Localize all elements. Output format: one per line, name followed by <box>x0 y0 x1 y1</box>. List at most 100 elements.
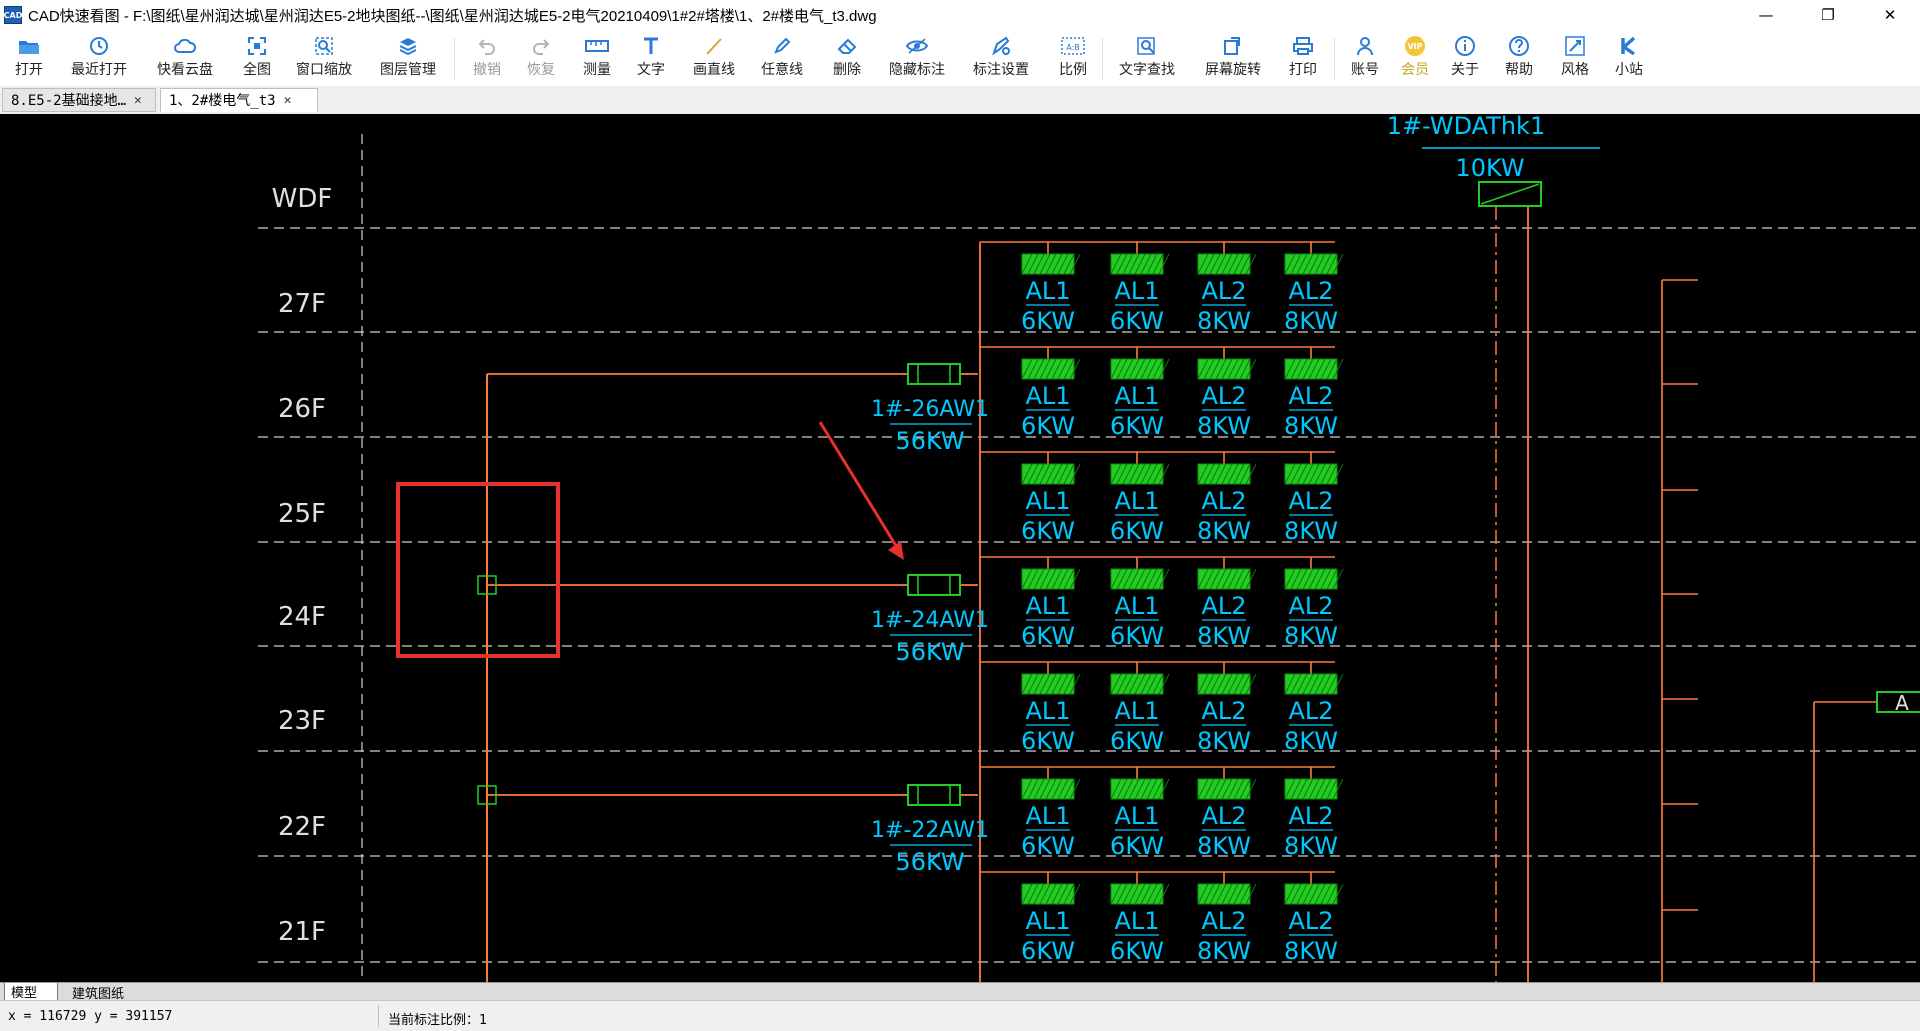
distribution-panel-inner <box>917 363 951 385</box>
printer-icon <box>1292 34 1314 58</box>
floor-label: 25F <box>278 499 326 529</box>
load-name-label: AL1 <box>1114 382 1159 410</box>
load-name-label: AL1 <box>1025 277 1070 305</box>
svg-text:A:B: A:B <box>1066 43 1080 52</box>
rotate-screen-button[interactable]: 屏幕旋转 <box>1198 34 1268 82</box>
annotation-scale: 当前标注比例：1 <box>388 1013 487 1028</box>
tab-architectural[interactable]: 建筑图纸 <box>66 983 148 1001</box>
load-power-label: 8KW <box>1284 517 1338 545</box>
tab-model[interactable]: 模型 <box>4 983 58 1001</box>
rotate-icon <box>1222 34 1244 58</box>
account-button[interactable]: 账号 <box>1342 34 1388 82</box>
load-name-label: AL2 <box>1288 697 1333 725</box>
redo-button[interactable]: 恢复 <box>518 34 564 82</box>
recent-button[interactable]: 最近打开 <box>64 34 134 82</box>
hide-mark-button[interactable]: 隐藏标注 <box>884 34 950 82</box>
panel-name-label: 1#-26AW1 <box>871 397 989 422</box>
panel-power-label: 56KW <box>895 427 964 455</box>
floor-label: 24F <box>278 602 326 632</box>
load-name-label: AL2 <box>1201 907 1246 935</box>
vip-button[interactable]: VIP 会员 <box>1392 34 1438 82</box>
tab-building-electrical[interactable]: 1、2#楼电气_t3 ✕ <box>160 88 318 112</box>
print-button[interactable]: 打印 <box>1280 34 1326 82</box>
about-button[interactable]: 关于 <box>1442 34 1488 82</box>
line-button[interactable]: 画直线 <box>688 34 740 82</box>
panel-name-label: 1#-22AW1 <box>871 818 989 843</box>
cloud-button[interactable]: 快看云盘 <box>150 34 220 82</box>
load-name-label: AL1 <box>1025 907 1070 935</box>
top-panel-name-label: 1#-WDAThk1 <box>1387 114 1545 140</box>
fullview-button[interactable]: 全图 <box>234 34 280 82</box>
mark-settings-button[interactable]: 标注设置 <box>968 34 1034 82</box>
help-button[interactable]: 帮助 <box>1496 34 1542 82</box>
toolbar-divider <box>1334 38 1335 80</box>
load-power-label: 8KW <box>1284 622 1338 650</box>
status-bar: x = 116729 y = 391157 当前标注比例：1 <box>0 1000 1920 1031</box>
tab-foundation-grounding[interactable]: 8.E5-2基础接地… ✕ <box>2 88 156 112</box>
text-icon <box>641 34 661 58</box>
load-name-label: AL1 <box>1025 802 1070 830</box>
scale-button[interactable]: A:B 比例 <box>1050 34 1096 82</box>
load-power-label: 6KW <box>1110 622 1164 650</box>
toolbar-divider <box>1102 38 1103 80</box>
cloud-icon <box>173 34 197 58</box>
load-name-label: AL1 <box>1025 487 1070 515</box>
style-button[interactable]: 风格 <box>1552 34 1598 82</box>
toolbar-divider <box>454 38 455 80</box>
load-name-label: AL1 <box>1025 697 1070 725</box>
measure-button[interactable]: 测量 <box>574 34 620 82</box>
redo-icon <box>531 34 551 58</box>
help-icon <box>1508 34 1530 58</box>
eye-icon <box>905 34 929 58</box>
load-name-label: AL1 <box>1025 382 1070 410</box>
load-power-label: 8KW <box>1284 937 1338 965</box>
load-name-label: AL2 <box>1288 382 1333 410</box>
fullview-icon <box>247 34 267 58</box>
load-power-label: 8KW <box>1197 937 1251 965</box>
clock-icon <box>89 34 109 58</box>
open-button[interactable]: 打开 <box>6 34 52 82</box>
mark-settings-icon <box>990 34 1012 58</box>
load-power-label: 6KW <box>1021 622 1075 650</box>
find-text-button[interactable]: 文字查找 <box>1112 34 1182 82</box>
drawing-canvas[interactable]: WDF 27F 26F 25F 24F 23F 22F 21F 1#-26AW1 56KW 1#-2… <box>0 114 1920 982</box>
load-name-label: AL1 <box>1114 592 1159 620</box>
load-name-label: AL1 <box>1114 907 1159 935</box>
top-panel-power-label: 10KW <box>1455 154 1524 182</box>
style-icon <box>1564 34 1586 58</box>
floor-label: 22F <box>278 812 326 842</box>
load-power-label: 6KW <box>1021 937 1075 965</box>
folder-icon <box>18 34 40 58</box>
load-name-label: AL1 <box>1025 592 1070 620</box>
minimize-button[interactable]: — <box>1738 0 1794 30</box>
floor-label: 27F <box>278 289 326 319</box>
cad-drawing[interactable]: WDF 27F 26F 25F 24F 23F 22F 21F 1#-26AW1 56KW 1#-2… <box>0 114 1920 982</box>
site-button[interactable]: 小站 <box>1606 34 1652 82</box>
main-toolbar: 打开 最近打开 快看云盘 全图 窗口缩放 图层管理 撤销 恢复 测量 文字 画直… <box>0 30 1920 87</box>
load-name-label: AL2 <box>1288 592 1333 620</box>
free-line-button[interactable]: 任意线 <box>756 34 808 82</box>
zoom-window-button[interactable]: 窗口缩放 <box>292 34 356 82</box>
layers-button[interactable]: 图层管理 <box>376 34 440 82</box>
cursor-coordinates: x = 116729 y = 391157 <box>8 1009 173 1024</box>
status-divider <box>378 1005 379 1027</box>
load-power-label: 6KW <box>1021 517 1075 545</box>
close-tab-icon[interactable]: ✕ <box>134 93 148 108</box>
zoom-window-icon <box>314 34 334 58</box>
close-tab-icon[interactable]: ✕ <box>284 93 298 108</box>
delete-button[interactable]: 删除 <box>824 34 870 82</box>
maximize-button[interactable]: ❐ <box>1800 0 1856 30</box>
panel-power-label: 56KW <box>895 848 964 876</box>
load-power-label: 8KW <box>1284 307 1338 335</box>
load-power-label: 8KW <box>1197 517 1251 545</box>
undo-button[interactable]: 撤销 <box>464 34 510 82</box>
floor-label: 26F <box>278 394 326 424</box>
svg-text:VIP: VIP <box>1407 42 1422 51</box>
load-power-label: 6KW <box>1021 832 1075 860</box>
load-name-label: AL1 <box>1114 697 1159 725</box>
text-button[interactable]: 文字 <box>628 34 674 82</box>
top-panel-diagonal <box>1480 183 1540 205</box>
load-power-label: 6KW <box>1110 517 1164 545</box>
floor-label: WDF <box>272 184 333 214</box>
close-window-button[interactable]: ✕ <box>1862 0 1918 30</box>
